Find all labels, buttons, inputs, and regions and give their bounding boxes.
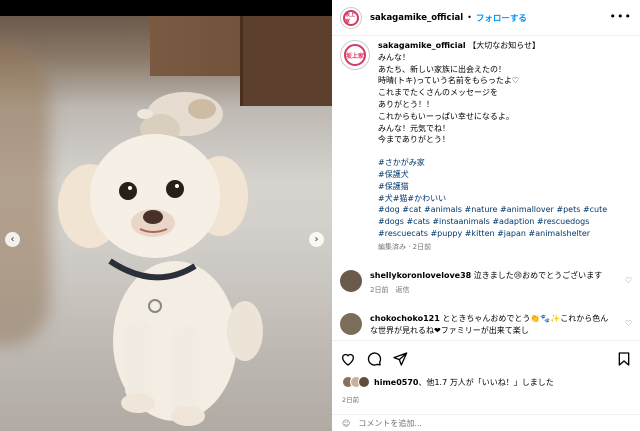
hashtag-link[interactable]: #保護犬 (378, 169, 632, 181)
next-image-button[interactable]: › (309, 232, 324, 247)
caption-line: 今までありがとう！ (378, 135, 450, 145)
caption-line: これからもいーっぱい幸せになるよ。 (378, 111, 514, 121)
hashtag-list[interactable]: #dog #cat #animals #nature #animallover … (378, 204, 632, 239)
share-icon[interactable] (392, 351, 408, 367)
background-door (240, 16, 332, 106)
comment-item: shellykoronlovelove38 泣きました😢おめでとうございます 2… (340, 270, 632, 296)
avatar[interactable]: 坂上家 (340, 6, 362, 29)
action-bar (332, 340, 640, 376)
chevron-right-icon: › (314, 234, 319, 245)
caption-line: 【大切なお知らせ】 (468, 41, 541, 50)
caption-avatar[interactable]: 坂上家 (340, 40, 370, 70)
post-media[interactable]: ‹ › (0, 16, 332, 431)
post-date: 2日前 (342, 396, 360, 404)
separator-dot: • (467, 13, 472, 22)
comment-text: 泣きました😢おめでとうございます (473, 271, 603, 280)
heart-icon[interactable] (340, 351, 356, 367)
post-details-panel: 坂上家 sakagamike_official • フォローする ••• 坂上家… (332, 0, 640, 431)
like-comment-heart-icon[interactable]: ♡ (625, 319, 632, 328)
avatar (358, 376, 370, 388)
hashtag-link[interactable]: #さかがみ家 (378, 157, 632, 169)
avatar-logo-text: 坂上家 (343, 9, 359, 26)
caption-line: あたち、新しい家族に出会えたの！ (378, 64, 506, 74)
caption-username[interactable]: sakagamike_official (378, 41, 466, 50)
likes-text: 、他1.7 万人が「いいね！」しました (418, 377, 554, 387)
bookmark-icon[interactable] (616, 351, 632, 367)
caption-line: みんな！元気でね！ (378, 123, 450, 133)
hashtag-link[interactable]: #保護猫 (378, 181, 632, 193)
avatar[interactable] (340, 313, 362, 335)
comment-item: chokochoko121 とときちゃんおめでとう👏🐾✨これから色んな世界が見れ… (340, 313, 632, 336)
caption: 坂上家 sakagamike_official 【大切なお知らせ】 みんな！ あ… (340, 40, 632, 254)
prev-image-button[interactable]: ‹ (5, 232, 20, 247)
more-options-icon[interactable]: ••• (610, 10, 632, 23)
caption-line: これまでたくさんのメッセージを (378, 88, 498, 98)
comment-input[interactable]: コメントを追加... (358, 418, 422, 429)
follow-button[interactable]: フォローする (476, 12, 527, 24)
chevron-left-icon: ‹ (10, 234, 15, 245)
likes-summary[interactable]: hime0570、他1.7 万人が「いいね！」しました (342, 376, 554, 388)
header-username[interactable]: sakagamike_official (370, 13, 463, 23)
like-comment-heart-icon[interactable]: ♡ (625, 276, 632, 285)
caption-meta: 編集済み · 2日前 (378, 242, 432, 251)
post-header: 坂上家 sakagamike_official • フォローする ••• (332, 0, 640, 36)
emoji-icon[interactable]: ☺ (342, 419, 350, 428)
comment-icon[interactable] (366, 351, 382, 367)
comment-meta[interactable]: 2日前 返信 (370, 285, 610, 297)
dog-image (58, 134, 263, 426)
avatar[interactable] (340, 270, 362, 292)
comment-username[interactable]: shellykoronlovelove38 (370, 271, 471, 280)
comment-bar: ☺ コメントを追加... (332, 414, 640, 431)
hashtag-link[interactable]: #犬#猫#かわいい (378, 193, 632, 205)
caption-line: 時晴(トキ)っていう名前をもらったよ♡ (378, 76, 520, 86)
comment-username[interactable]: chokochoko121 (370, 314, 440, 323)
liker-username[interactable]: hime0570 (374, 378, 418, 387)
caption-line: ありがとう！！ (378, 99, 434, 109)
caption-line: みんな！ (378, 52, 410, 62)
avatar-logo-text: 坂上家 (344, 44, 366, 66)
